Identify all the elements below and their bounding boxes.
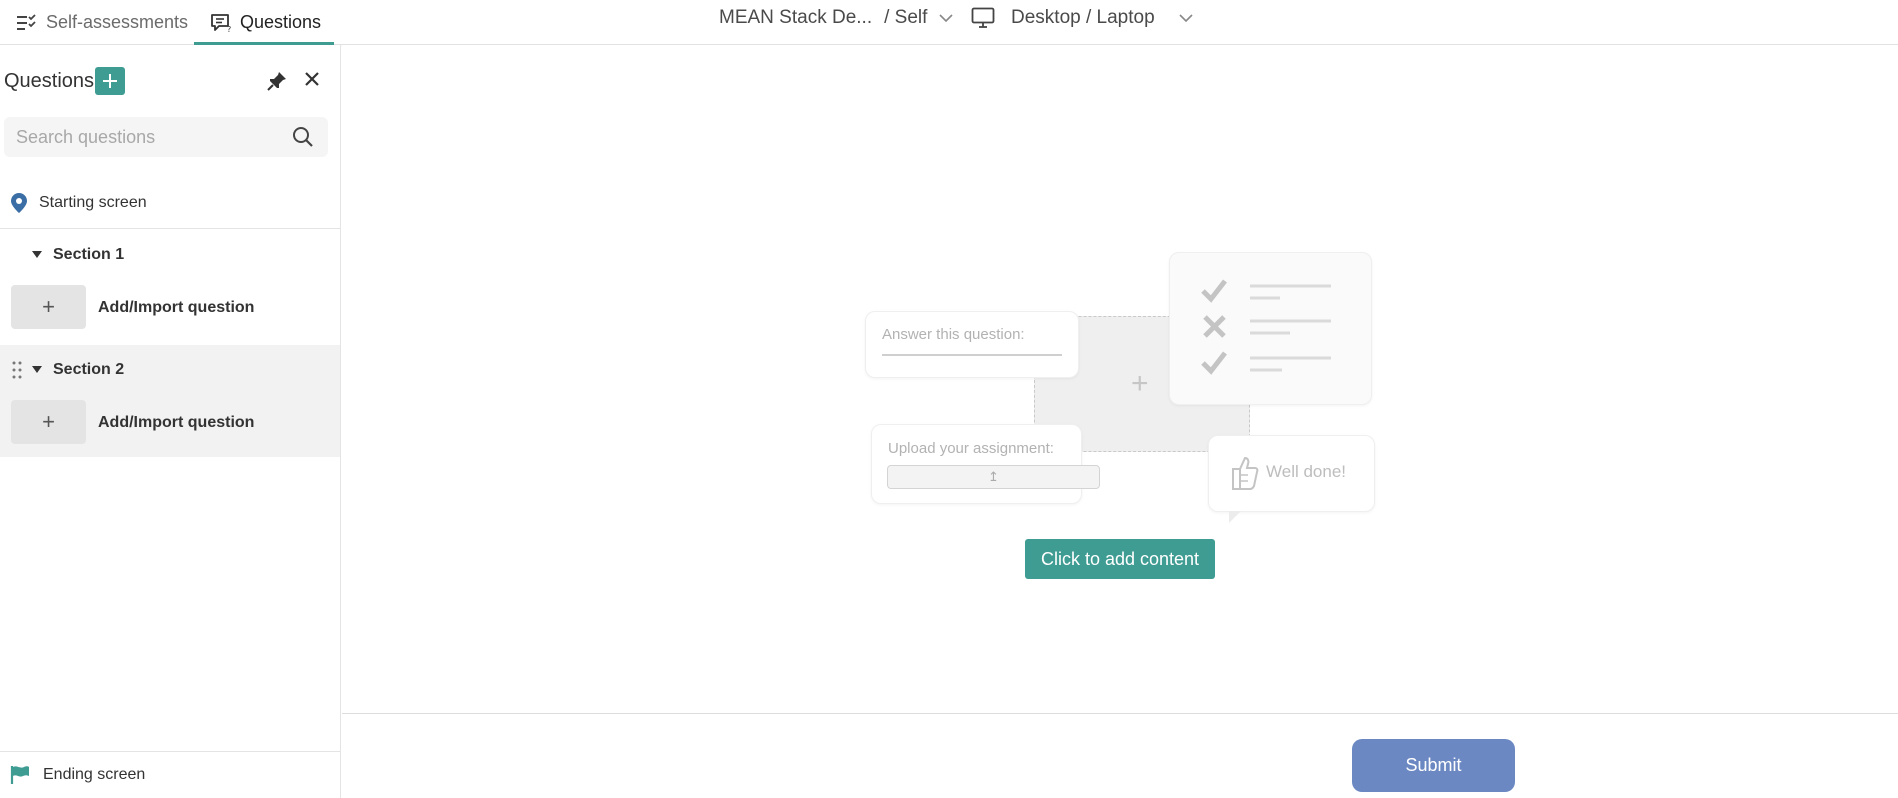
course-role: / Self — [884, 7, 928, 28]
tab-label: Self-assessments — [46, 12, 189, 32]
map-pin-icon — [11, 192, 27, 213]
chevron-down-icon — [939, 13, 953, 22]
checklist-card — [1169, 252, 1372, 405]
svg-text:?: ? — [227, 25, 231, 33]
starting-screen-label: Starting screen — [39, 193, 147, 211]
close-icon — [305, 72, 319, 86]
checklist-icon — [1201, 279, 1331, 375]
chevron-down-icon — [1179, 13, 1193, 22]
search-input[interactable] — [4, 117, 284, 157]
add-import-question-label: Add/Import question — [98, 299, 255, 316]
device-selector[interactable]: Desktop / Laptop — [971, 0, 1193, 36]
chat-question-icon: ? — [211, 13, 231, 33]
add-question-button[interactable] — [95, 67, 125, 95]
upload-field: ↥ — [887, 465, 1100, 489]
upload-card: Upload your assignment: ↥ — [871, 424, 1100, 504]
section-1: Section 1 + Add/Import question — [0, 230, 340, 342]
monitor-icon — [971, 7, 995, 28]
close-sidebar-button[interactable] — [303, 70, 321, 93]
pushpin-icon — [267, 72, 286, 91]
upload-prompt: Upload your assignment: — [888, 440, 1054, 457]
tab-label: Questions — [240, 12, 322, 32]
section-2: Section 2 + Add/Import question — [0, 345, 340, 457]
ending-screen-label: Ending screen — [43, 766, 146, 783]
empty-state-illustration[interactable]: + Answer this question: Upload your assi… — [865, 252, 1425, 534]
course-selector[interactable]: MEAN Stack De... / Self — [719, 0, 953, 36]
plus-icon — [103, 74, 117, 88]
feedback-bubble: Well done! — [1208, 435, 1375, 523]
section-1-title: Section 1 — [53, 246, 125, 263]
answer-line — [882, 354, 1062, 356]
add-import-question-label: Add/Import question — [98, 414, 255, 431]
tab-questions[interactable]: ? Questions — [194, 0, 334, 45]
click-to-add-content-button[interactable]: Click to add content — [1025, 539, 1215, 579]
drag-handle-icon[interactable] — [12, 361, 22, 379]
section-1-add-question[interactable]: + Add/Import question — [0, 285, 340, 331]
add-import-question-button[interactable]: + — [11, 285, 86, 329]
answer-card: Answer this question: — [865, 311, 1079, 378]
content-canvas: + Answer this question: Upload your assi… — [342, 45, 1898, 713]
top-bar: Self-assessments ? Questions MEAN Stack … — [0, 0, 1898, 45]
list-check-icon — [17, 13, 36, 30]
section-2-title: Section 2 — [53, 361, 125, 378]
caret-down-icon[interactable] — [32, 251, 42, 258]
sidebar-title: Questions — [4, 70, 95, 92]
bubble-tail — [1229, 511, 1241, 523]
tab-self-assessments[interactable]: Self-assessments — [16, 0, 188, 45]
pin-sidebar-button[interactable] — [266, 70, 288, 97]
section-2-add-question[interactable]: + Add/Import question — [0, 400, 340, 446]
submit-button[interactable]: Submit — [1352, 739, 1515, 792]
flag-icon — [10, 766, 29, 784]
add-import-question-button[interactable]: + — [11, 400, 86, 444]
search-box — [4, 117, 328, 157]
section-2-header[interactable]: Section 2 — [0, 345, 340, 397]
plus-icon: + — [1131, 367, 1149, 400]
questions-sidebar: Questions Starting screen — [0, 45, 341, 798]
praise-text: Well done! — [1266, 462, 1347, 481]
caret-down-icon[interactable] — [32, 366, 42, 373]
thumbs-up-icon — [1232, 456, 1259, 490]
section-1-header[interactable]: Section 1 — [0, 230, 340, 282]
ending-screen-item[interactable]: Ending screen — [0, 751, 340, 798]
footer-bar: Submit — [342, 713, 1898, 798]
course-name: MEAN Stack De... — [719, 7, 873, 28]
answer-prompt: Answer this question: — [882, 326, 1025, 343]
starting-screen-item[interactable]: Starting screen — [0, 177, 340, 229]
device-label: Desktop / Laptop — [1011, 7, 1155, 28]
search-icon[interactable] — [291, 125, 315, 149]
